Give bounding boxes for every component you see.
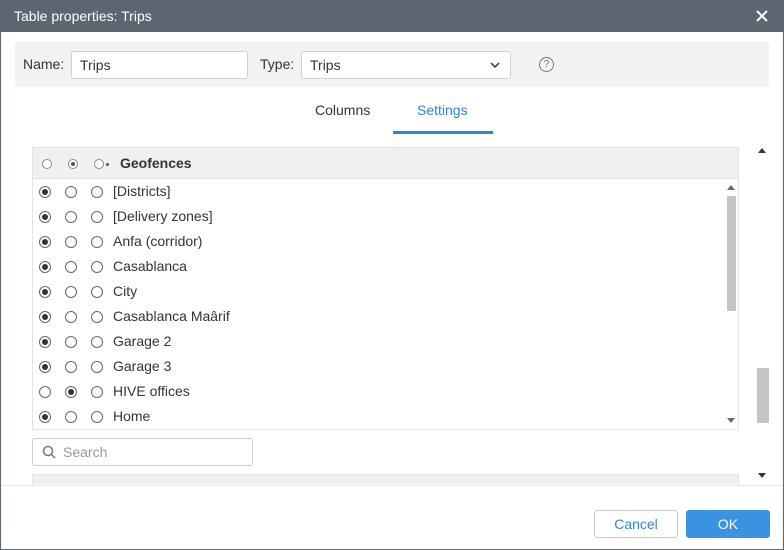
name-value: Trips (80, 57, 111, 73)
page-scrollbar[interactable] (755, 140, 771, 484)
radio-mixed[interactable] (91, 336, 103, 348)
geofence-label: City (113, 283, 138, 299)
radio-exclude[interactable] (65, 261, 77, 273)
tab-settings[interactable]: Settings (417, 102, 468, 118)
close-icon[interactable] (753, 7, 771, 25)
radio-mixed[interactable] (91, 411, 103, 423)
radio-exclude[interactable] (65, 311, 77, 323)
radio-mixed[interactable] (91, 211, 103, 223)
radio-include[interactable] (39, 211, 51, 223)
radio-include[interactable] (39, 361, 51, 373)
cancel-button[interactable]: Cancel (594, 510, 678, 538)
geofence-label: Casablanca (113, 258, 187, 274)
ok-button[interactable]: OK (686, 510, 770, 538)
search-input[interactable]: Search (32, 438, 253, 466)
list-item: Casablanca (33, 254, 723, 279)
type-value: Trips (310, 57, 341, 73)
radio-mixed[interactable] (91, 236, 103, 248)
radio-exclude[interactable] (65, 336, 77, 348)
titlebar: Table properties: Trips (1, 1, 783, 32)
type-select[interactable]: Trips (301, 51, 511, 79)
radio-include[interactable] (39, 186, 51, 198)
list-scrollbar[interactable] (723, 179, 738, 429)
list-item: [Districts] (33, 179, 723, 204)
radio-include[interactable] (39, 386, 51, 398)
radio-exclude[interactable] (65, 386, 77, 398)
search-icon (42, 445, 56, 459)
list-item: Anfa (corridor) (33, 229, 723, 254)
radio-exclude[interactable] (65, 211, 77, 223)
radio-include[interactable] (39, 236, 51, 248)
radio-mixed[interactable] (91, 286, 103, 298)
name-input[interactable]: Trips (71, 51, 248, 79)
chevron-down-icon (490, 62, 500, 69)
geofences-header: Geofences (33, 148, 738, 179)
list-item: Garage 2 (33, 329, 723, 354)
scroll-up-icon[interactable] (727, 185, 735, 190)
geofence-label: [Districts] (113, 183, 171, 199)
settings-scroll-area: Geofences [Districts] [Delivery zones] Anf… (15, 140, 771, 484)
table-properties-dialog: Table properties: Trips Name: Trips Type… (0, 0, 784, 550)
geofences-section: Geofences [Districts] [Delivery zones] Anf… (32, 147, 739, 430)
geofence-label: Anfa (corridor) (113, 233, 203, 249)
geofences-title: Geofences (120, 155, 192, 171)
geofence-label: Casablanca Maârif (113, 308, 230, 324)
scroll-down-icon[interactable] (727, 418, 735, 423)
list-item: Casablanca Maârif (33, 304, 723, 329)
page-scroll-up-icon[interactable] (758, 148, 766, 153)
header-radio-mixed[interactable] (94, 159, 104, 169)
radio-include[interactable] (39, 261, 51, 273)
list-item: [Delivery zones] (33, 204, 723, 229)
geofence-label: Home (113, 408, 151, 424)
radio-exclude[interactable] (65, 361, 77, 373)
list-item: Home (33, 404, 723, 429)
radio-mixed[interactable] (91, 386, 103, 398)
radio-exclude[interactable] (65, 186, 77, 198)
radio-mixed[interactable] (91, 261, 103, 273)
radio-mixed[interactable] (91, 186, 103, 198)
search-placeholder: Search (63, 444, 108, 460)
name-label: Name: (23, 56, 65, 72)
geofence-label: HIVE offices (113, 383, 190, 399)
header-radio-include[interactable] (42, 159, 52, 169)
help-icon[interactable]: ? (539, 57, 554, 72)
radio-exclude[interactable] (65, 286, 77, 298)
dialog-footer: Cancel OK (1, 485, 783, 549)
list-item: City (33, 279, 723, 304)
dialog-title: Table properties: Trips (14, 8, 152, 24)
properties-bar: Name: Trips Type: Trips ? (15, 42, 769, 87)
radio-include[interactable] (39, 286, 51, 298)
list-item: HIVE offices (33, 379, 723, 404)
type-label: Type: (260, 56, 295, 72)
page-scroll-down-icon[interactable] (758, 473, 766, 478)
tab-bar: Columns Settings (1, 97, 783, 137)
radio-mixed[interactable] (91, 361, 103, 373)
page-scroll-thumb[interactable] (757, 368, 769, 423)
radio-include[interactable] (39, 311, 51, 323)
list-scroll-thumb[interactable] (727, 196, 736, 311)
tab-columns[interactable]: Columns (315, 102, 370, 118)
radio-exclude[interactable] (65, 411, 77, 423)
active-tab-indicator (393, 131, 493, 134)
geofence-label: [Delivery zones] (113, 208, 213, 224)
radio-exclude[interactable] (65, 236, 77, 248)
geofence-label: Garage 2 (113, 333, 172, 349)
geofence-label: Garage 3 (113, 358, 172, 374)
radio-include[interactable] (39, 336, 51, 348)
radio-mixed[interactable] (91, 311, 103, 323)
geofence-list: [Districts] [Delivery zones] Anfa (corrido… (33, 179, 723, 429)
next-section-header (32, 474, 739, 484)
list-item: Garage 3 (33, 354, 723, 379)
header-radio-exclude[interactable] (68, 159, 78, 169)
mixed-dot-icon (106, 163, 109, 166)
radio-include[interactable] (39, 411, 51, 423)
